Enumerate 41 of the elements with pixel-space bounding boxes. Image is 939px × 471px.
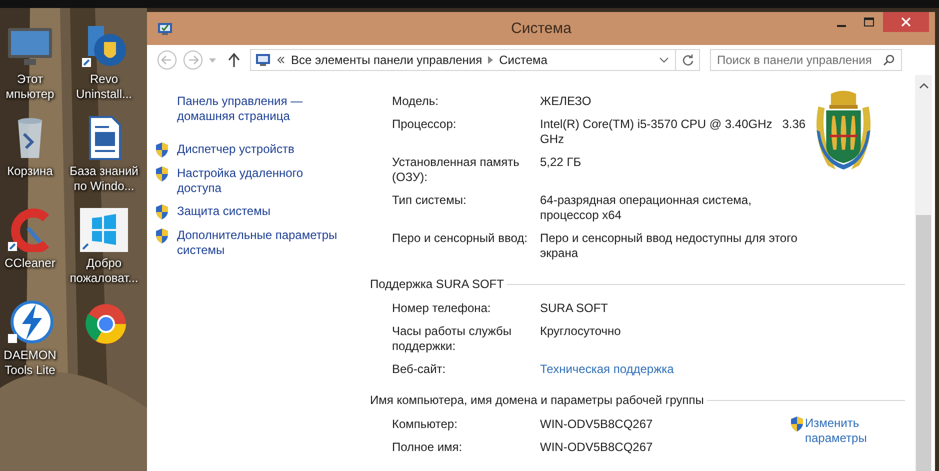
change-settings-text[interactable]: Изменить параметры [805,416,880,446]
desktop-icon-label[interactable]: DAEMON Tools Lite [0,348,60,378]
sidebar-link[interactable]: Настройка удаленного доступа [177,166,347,196]
support-link[interactable]: Техническая поддержка [540,362,674,377]
window-title: Система [511,20,572,37]
property-label: Модель: [392,94,440,109]
sidebar-link[interactable]: Диспетчер устройств [177,142,347,157]
sidebar-link[interactable]: Защита системы [177,204,347,219]
property-label: Тип системы: [392,193,468,209]
property-value: WIN-ODV5B8CQ267 [540,440,653,455]
address-bar[interactable]: Все элементы панели управления Система [250,49,700,71]
home-link[interactable]: Панель управления — домашняя страница [155,94,327,124]
desktop-icon-label[interactable]: Добро пожаловат... [65,256,143,286]
property-label: Номер телефона: [392,301,492,316]
property-value: 5,22 ГБ [540,155,582,171]
breadcrumb-item[interactable]: Система [499,53,548,67]
sidebar-link[interactable]: Дополнительные параметры системы [177,228,347,258]
desktop-icon-label[interactable]: Revo Uninstall... [65,72,143,102]
property-value: 64-разрядная операционная система, процессор x64 [540,193,752,223]
property-value: ЖЕЛЕЗО [540,94,592,109]
desktop-icon-label[interactable]: CCleaner [0,256,60,271]
search-field[interactable]: Поиск в панели управления [710,49,902,71]
property-label: Процессор: [392,117,458,133]
property-label: Установленная память (ОЗУ): [392,155,520,185]
desktop-icon-label[interactable]: Корзина [0,164,60,179]
desktop-icon-label[interactable]: Этот мпьютер [0,72,60,102]
property-label: Полное имя: [392,440,464,455]
property-value: SURA SOFT [540,301,608,316]
property-label: Компьютер: [392,417,458,432]
property-value: Круглосуточно [540,324,621,340]
property-value: WIN-ODV5B8CQ267 [540,417,653,432]
desktop-icon-label[interactable]: База знаний по Windo... [65,164,143,194]
change-settings-link[interactable]: Изменить параметры [790,416,880,446]
property-label: Веб-сайт: [392,362,447,377]
property-value: Intel(R) Core(TM) i5-3570 CPU @ 3.40GHz 3.36 GHz [540,117,807,147]
property-value: Перо и сенсорный ввод недоступны для этого экрана [540,231,798,261]
breadcrumb-item[interactable]: Все элементы панели управления [291,53,482,67]
property-label: Перо и сенсорный ввод: [392,231,528,247]
property-label: Часы работы службы поддержки: [392,324,513,354]
section-heading: Имя компьютера, имя домена и параметры рабочей группы [370,393,704,408]
section-heading: Поддержка SURA SOFT [370,277,504,292]
